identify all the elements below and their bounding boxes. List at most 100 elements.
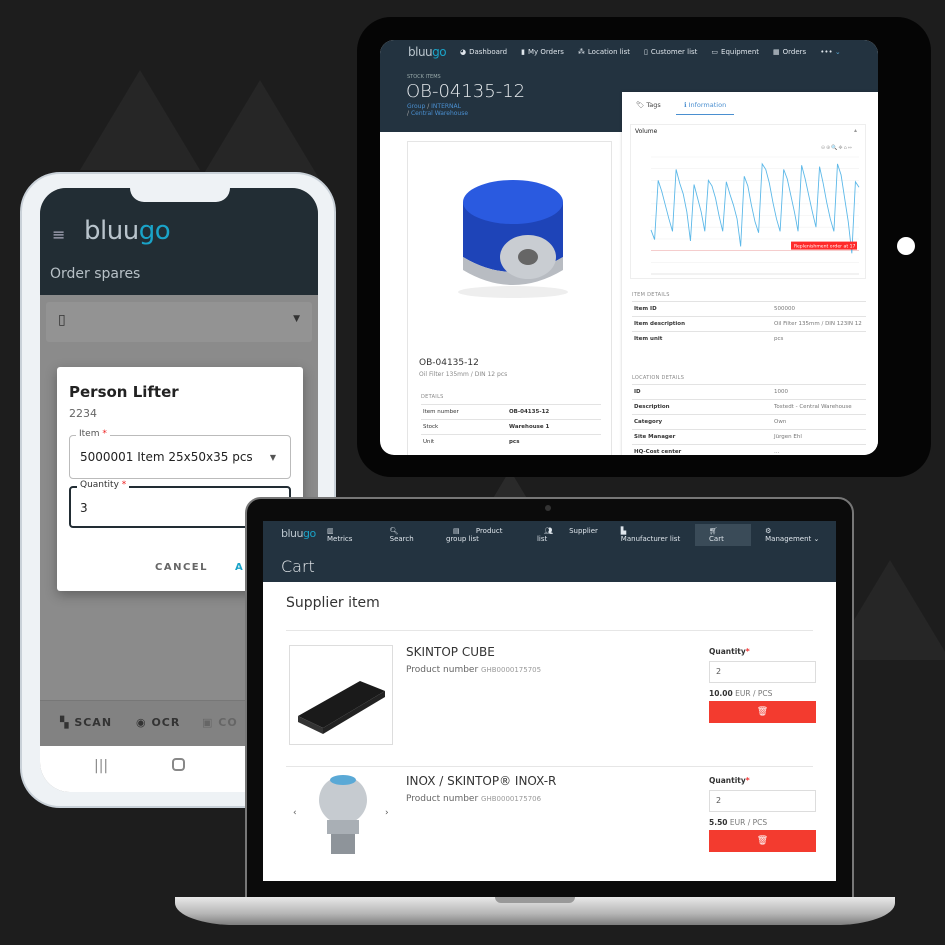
laptop-header: bluugo ▥ Metrics 🔍︎ Search ▤ Product gro…	[263, 521, 836, 582]
quantity-label: Quantity*	[709, 776, 750, 785]
confirm-button[interactable]: ▣ CO	[202, 716, 238, 729]
menu-icon[interactable]: ≡	[52, 225, 65, 244]
device-select[interactable]: ▯ ▼	[46, 302, 312, 342]
quantity-input[interactable]: 2	[709, 790, 816, 812]
dialog-title: Person Lifter	[69, 383, 179, 401]
price: 10.00 EUR / PCS	[709, 689, 773, 698]
nav-more[interactable]: ••• ⌄	[820, 48, 841, 56]
item-detail-row: Item ID 500000	[632, 301, 866, 316]
detail-row: Unit pcs	[421, 434, 601, 449]
volume-chart: Replenishment order at 17	[650, 156, 860, 275]
cancel-button[interactable]: CANCEL	[155, 562, 208, 573]
save-icon: ▣	[202, 716, 214, 729]
tab-information[interactable]: ℹ Information	[676, 96, 735, 115]
location-details: LOCATION DETAILS ID 1000 Description Toste…	[632, 375, 866, 455]
volume-series-line	[650, 162, 860, 254]
delete-button[interactable]: 🗑︎	[709, 830, 816, 852]
details-label: DETAILS	[421, 394, 444, 400]
tag-icon: 🏷	[636, 101, 645, 109]
svg-text:Replenishment order at 17: Replenishment order at 17	[794, 244, 856, 250]
nav-equipment[interactable]: ▭ Equipment	[711, 48, 759, 56]
location-row: Site Manager Jürgen Ehl	[632, 429, 866, 444]
chevron-down-icon: ⌄	[834, 48, 841, 56]
laptop-notch	[495, 897, 575, 903]
breadcrumb-internal[interactable]: INTERNAL	[431, 103, 461, 110]
nav-orders[interactable]: ▦ Orders	[773, 48, 806, 56]
cart-item: INOX / SKINTOP® INOX-R Product number GH…	[406, 774, 556, 804]
nav-customer-list[interactable]: ▯ Customer list	[644, 48, 697, 56]
trash-icon: 🗑︎	[756, 707, 769, 717]
building-icon: ▯	[644, 48, 648, 56]
keyboard-icon: ▭	[711, 48, 719, 56]
breadcrumb: Group / INTERNAL / Central Warehouse	[407, 103, 469, 117]
ocr-button[interactable]: ◉ OCR	[136, 716, 180, 729]
product-image-inox: ‹ ›	[289, 770, 393, 858]
dropdown-arrow-icon: ▼	[269, 453, 276, 462]
section-label: STOCK ITEMS	[407, 74, 441, 80]
nav-location-list[interactable]: ⁂ Location list	[578, 48, 630, 56]
nav-my-orders[interactable]: ▮ My Orders	[521, 48, 564, 56]
laptop-screen: bluugo ▥ Metrics 🔍︎ Search ▤ Product gro…	[263, 521, 836, 881]
quantity-input[interactable]: 2	[709, 661, 816, 683]
sitemap-icon: ⁂	[577, 48, 585, 56]
item-details: ITEM DETAILS Item ID 500000 Item descript…	[632, 292, 866, 346]
trash-icon: 🗑︎	[756, 836, 769, 846]
item-name: SKINTOP CUBE	[406, 645, 495, 659]
page-title: OB-04135-12	[406, 81, 526, 102]
cart-item-controls: Quantity* 2 5.50 EUR / PCS 🗑︎	[709, 776, 816, 852]
recent-apps-icon[interactable]: |||	[94, 758, 108, 774]
dialog-subtitle: 2234	[69, 407, 97, 420]
product-name: OB-04135-12	[419, 358, 479, 368]
camera	[545, 505, 551, 511]
item-details-label: ITEM DETAILS	[632, 292, 670, 298]
dropdown-arrow-icon: ▼	[293, 314, 300, 324]
tablet-device: bluugo ◕ Dashboard ▮ My Orders ⁂ Location l…	[357, 17, 931, 477]
screen-title: Order spares	[50, 266, 141, 282]
volume-chart-card: Volume ▴ ⊖⊕🔍✥⌂⇔ Replenishment order at 1…	[630, 124, 866, 279]
product-number: Product number GHB0000175705	[406, 665, 542, 675]
dashboard-icon: ◕	[460, 48, 467, 56]
nav-manufacturer-list[interactable]: ▙ Manufacturer list	[607, 524, 695, 546]
breadcrumb-group[interactable]: Group	[407, 103, 425, 110]
quantity-label: Quantity*	[709, 647, 750, 656]
breadcrumb-warehouse[interactable]: Central Warehouse	[411, 110, 468, 117]
delete-button[interactable]: 🗑︎	[709, 701, 816, 723]
location-details-label: LOCATION DETAILS	[632, 375, 685, 381]
nav-product-group-list[interactable]: ▤ Product group list	[439, 524, 530, 546]
cart-item: SKINTOP CUBE Product number GHB000017570…	[406, 645, 541, 675]
divider	[286, 766, 813, 767]
nav-metrics[interactable]: ▥ Metrics	[313, 524, 376, 546]
location-row: ID 1000	[632, 384, 866, 399]
location-row: HQ-Cost center…	[632, 444, 866, 455]
product-image-skintop-cube	[289, 645, 393, 745]
info-icon: ℹ	[684, 101, 687, 109]
home-icon[interactable]	[172, 758, 185, 771]
nav-supplier-list[interactable]: 👥︎ Supplier list	[530, 524, 607, 546]
nav-management[interactable]: ⚙ Management ⌄	[751, 524, 836, 546]
nav-search[interactable]: 🔍︎ Search	[376, 524, 439, 546]
page-title: Cart	[281, 557, 315, 576]
tablet-home-button[interactable]	[897, 237, 915, 255]
nav-dashboard[interactable]: ◕ Dashboard	[460, 48, 507, 56]
nav-cart[interactable]: 🛒︎ Cart	[695, 524, 752, 546]
item-select[interactable]: Item * 5000001 Item 25x50x35 pcs ▼	[69, 429, 291, 479]
eye-icon: ◉	[136, 716, 147, 729]
bg-shape	[80, 70, 200, 170]
details-table: DETAILS Item number OB-04135-12 Stock Ware…	[421, 394, 601, 449]
remote-icon: ▯	[58, 312, 66, 328]
detail-row: Item number OB-04135-12	[421, 404, 601, 419]
tablet-screen: bluugo ◕ Dashboard ▮ My Orders ⁂ Location l…	[380, 40, 878, 455]
product-card: OB-04135-12 Oil Filter 135mm / DIN 12 pc…	[407, 141, 612, 455]
item-detail-row: Item unit pcs	[632, 331, 866, 346]
carousel-prev-icon[interactable]: ‹	[293, 808, 297, 818]
threshold-label: Replenishment order at 17	[791, 241, 857, 250]
add-button[interactable]: A	[235, 562, 243, 573]
scan-button[interactable]: ▚ SCAN	[60, 716, 112, 729]
price: 5.50 EUR / PCS	[709, 818, 768, 827]
detail-row: Stock Warehouse 1	[421, 419, 601, 434]
phone-header: ≡ bluugo Order spares	[40, 188, 318, 295]
carousel-next-icon[interactable]: ›	[385, 808, 389, 818]
item-detail-row: Item description Oil Filter 135mm / DIN 1…	[632, 316, 866, 331]
section-title: Supplier item	[286, 595, 380, 611]
tab-tags[interactable]: 🏷 Tags	[636, 101, 661, 109]
